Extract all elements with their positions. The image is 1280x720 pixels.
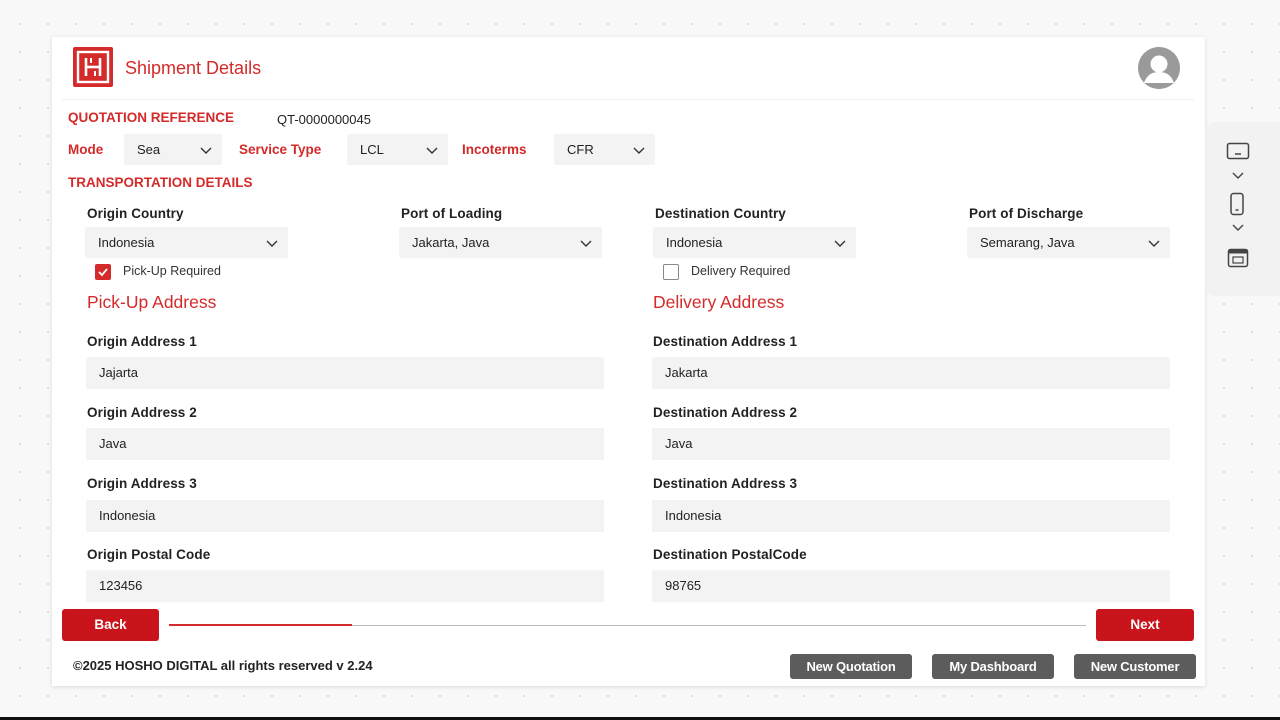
origin-address-3-label: Origin Address 3 <box>87 476 197 491</box>
delivery-address-title: Delivery Address <box>653 292 785 312</box>
mode-select-value: Sea <box>137 142 161 157</box>
port-of-discharge-select[interactable]: Semarang, Java <box>967 227 1170 258</box>
quotation-reference-value: QT-0000000045 <box>277 112 371 127</box>
chevron-down-icon <box>633 147 645 154</box>
pickup-address-title: Pick-Up Address <box>87 292 217 312</box>
chevron-down-icon <box>266 240 278 247</box>
port-of-loading-label: Port of Loading <box>401 206 503 221</box>
origin-postal-code-input[interactable]: 123456 <box>86 570 604 602</box>
browser-window-icon[interactable] <box>1227 248 1249 268</box>
new-customer-button[interactable]: New Customer <box>1074 654 1196 679</box>
new-quotation-button[interactable]: New Quotation <box>790 654 912 679</box>
chevron-down-icon <box>580 240 592 247</box>
incoterms-select[interactable]: CFR <box>554 134 655 165</box>
destination-country-label: Destination Country <box>655 206 786 221</box>
port-of-loading-value: Jakarta, Java <box>412 235 490 250</box>
progress-fill <box>169 624 353 626</box>
chevron-down-icon <box>1148 240 1160 247</box>
destination-postal-code-input[interactable]: 98765 <box>652 570 1170 602</box>
quotation-reference-label: QUOTATION REFERENCE <box>68 110 235 125</box>
origin-address-1-input[interactable]: Jajarta <box>86 357 604 389</box>
hosho-logo-icon <box>73 47 113 87</box>
incoterms-select-value: CFR <box>567 142 594 157</box>
copyright-text: ©2025 HOSHO DIGITAL all rights reserved … <box>73 658 373 673</box>
destination-address-3-input[interactable]: Indonesia <box>652 500 1170 532</box>
chevron-down-icon[interactable] <box>1231 170 1245 180</box>
origin-postal-code-label: Origin Postal Code <box>87 547 211 562</box>
pickup-required-label: Pick-Up Required <box>123 264 221 278</box>
origin-address-2-input[interactable]: Java <box>86 428 604 460</box>
shipment-card: Shipment Details QUOTATION REFERENCE QT-… <box>52 37 1205 686</box>
chevron-down-icon <box>200 147 212 154</box>
chevron-down-icon <box>426 147 438 154</box>
my-dashboard-button[interactable]: My Dashboard <box>932 654 1054 679</box>
form-content: QUOTATION REFERENCE QT-0000000045 Mode S… <box>62 99 1194 603</box>
transportation-details-heading: TRANSPORTATION DETAILS <box>68 175 253 190</box>
next-button[interactable]: Next <box>1096 609 1194 641</box>
origin-address-3-input[interactable]: Indonesia <box>86 500 604 532</box>
page-title: Shipment Details <box>125 58 262 78</box>
origin-country-value: Indonesia <box>98 235 155 250</box>
user-avatar-icon[interactable] <box>1138 47 1180 89</box>
destination-address-1-label: Destination Address 1 <box>653 334 798 349</box>
origin-country-label: Origin Country <box>87 206 184 221</box>
origin-address-1-label: Origin Address 1 <box>87 334 197 349</box>
destination-country-value: Indonesia <box>666 235 723 250</box>
progress-track <box>169 624 1086 626</box>
service-type-label: Service Type <box>239 142 322 157</box>
incoterms-label: Incoterms <box>462 142 527 157</box>
back-button[interactable]: Back <box>62 609 159 641</box>
desktop-view-icon[interactable] <box>1226 142 1250 162</box>
delivery-required-label: Delivery Required <box>691 264 791 278</box>
destination-address-1-input[interactable]: Jakarta <box>652 357 1170 389</box>
destination-address-2-input[interactable]: Java <box>652 428 1170 460</box>
chevron-down-icon[interactable] <box>1231 222 1245 232</box>
origin-country-select[interactable]: Indonesia <box>85 227 288 258</box>
destination-postal-code-label: Destination PostalCode <box>653 547 807 562</box>
mode-select[interactable]: Sea <box>124 134 222 165</box>
destination-country-select[interactable]: Indonesia <box>653 227 856 258</box>
service-type-select-value: LCL <box>360 142 384 157</box>
service-type-select[interactable]: LCL <box>347 134 448 165</box>
delivery-required-checkbox[interactable] <box>663 264 679 280</box>
destination-address-2-label: Destination Address 2 <box>653 405 798 420</box>
header: Shipment Details <box>52 37 1205 99</box>
port-of-discharge-value: Semarang, Java <box>980 235 1075 250</box>
destination-address-3-label: Destination Address 3 <box>653 476 798 491</box>
origin-address-2-label: Origin Address 2 <box>87 405 197 420</box>
port-of-loading-select[interactable]: Jakarta, Java <box>399 227 602 258</box>
port-of-discharge-label: Port of Discharge <box>969 206 1084 221</box>
pickup-required-checkbox[interactable] <box>95 264 111 280</box>
chevron-down-icon <box>834 240 846 247</box>
mode-label: Mode <box>68 142 104 157</box>
checkmark-icon <box>98 268 108 277</box>
mobile-view-icon[interactable] <box>1228 192 1246 216</box>
device-preview-panel <box>1206 122 1280 296</box>
